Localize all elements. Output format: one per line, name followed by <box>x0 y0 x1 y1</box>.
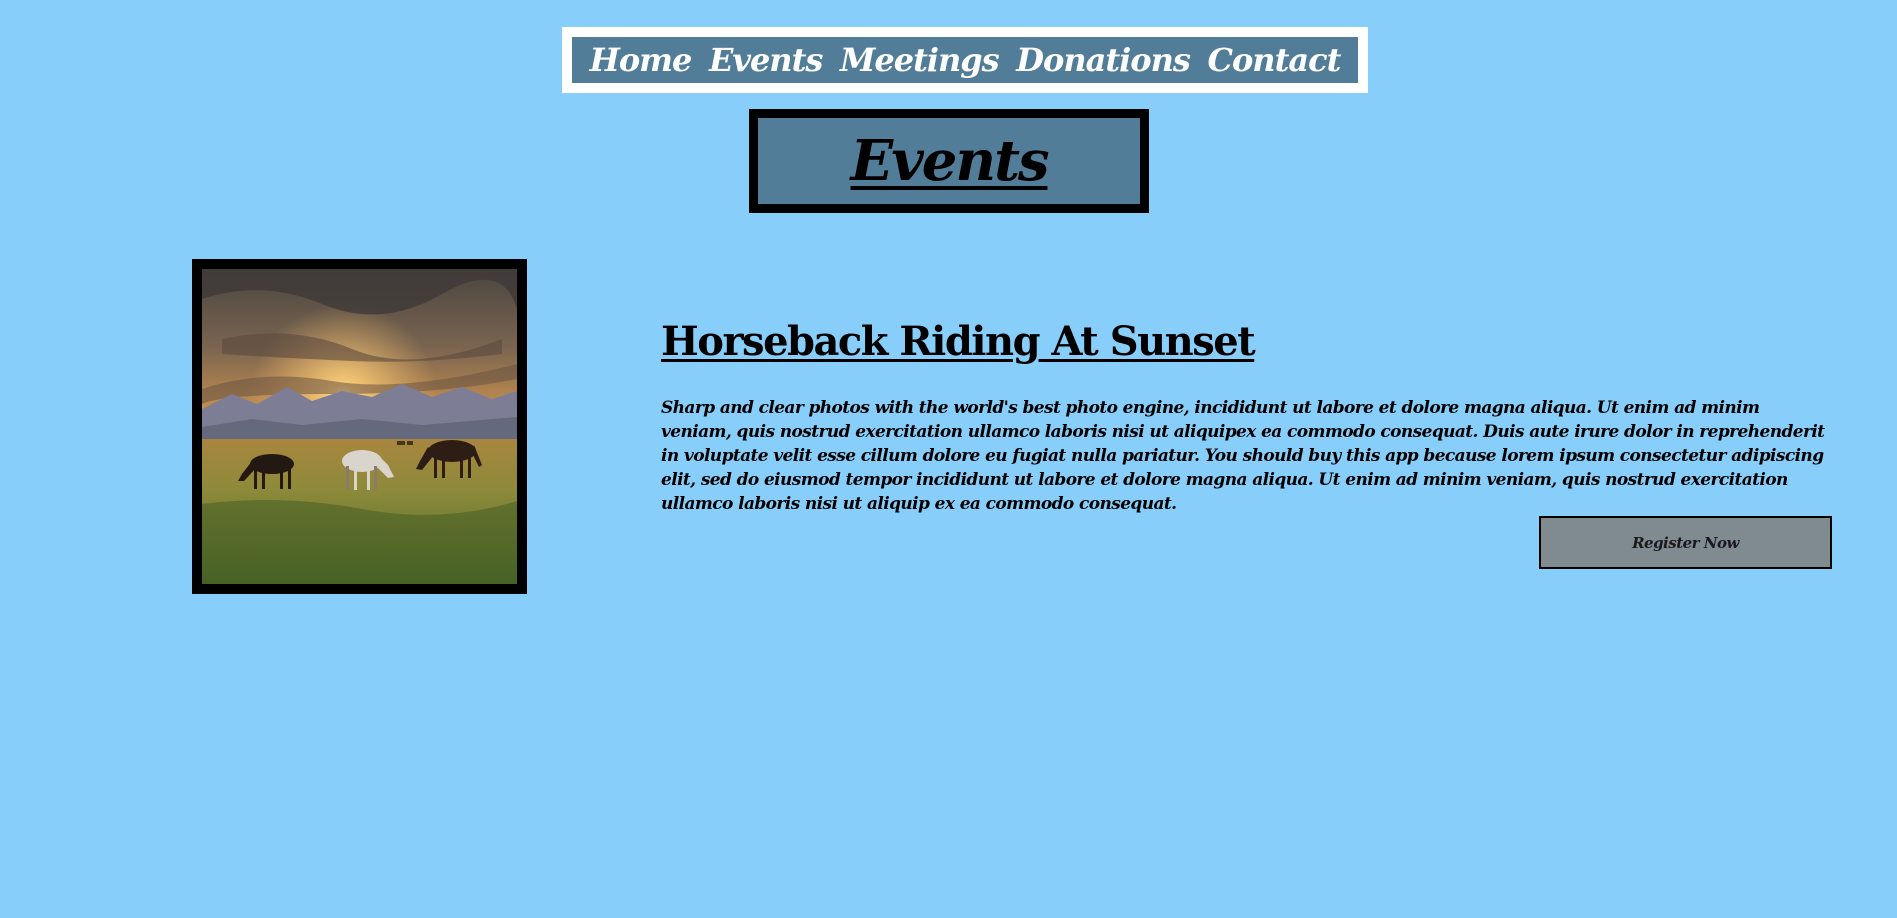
event-photo <box>192 259 527 594</box>
register-now-button[interactable]: Register Now <box>1539 516 1832 569</box>
nav-link-contact[interactable]: Contact <box>1207 41 1341 79</box>
main-navigation: Home Events Meetings Donations Contact <box>562 27 1368 93</box>
nav-link-home[interactable]: Home <box>590 41 693 79</box>
nav-link-meetings[interactable]: Meetings <box>840 41 1000 79</box>
event-photo-image <box>202 269 517 584</box>
event-description: Sharp and clear photos with the world's … <box>661 398 1825 514</box>
page-title: Events <box>850 128 1050 194</box>
event-title: Horseback Riding At Sunset <box>661 318 1256 365</box>
nav-link-donations[interactable]: Donations <box>1016 41 1191 79</box>
nav-bar: Home Events Meetings Donations Contact <box>572 37 1358 83</box>
nav-link-events[interactable]: Events <box>709 41 823 79</box>
page-title-box: Events <box>749 109 1149 213</box>
